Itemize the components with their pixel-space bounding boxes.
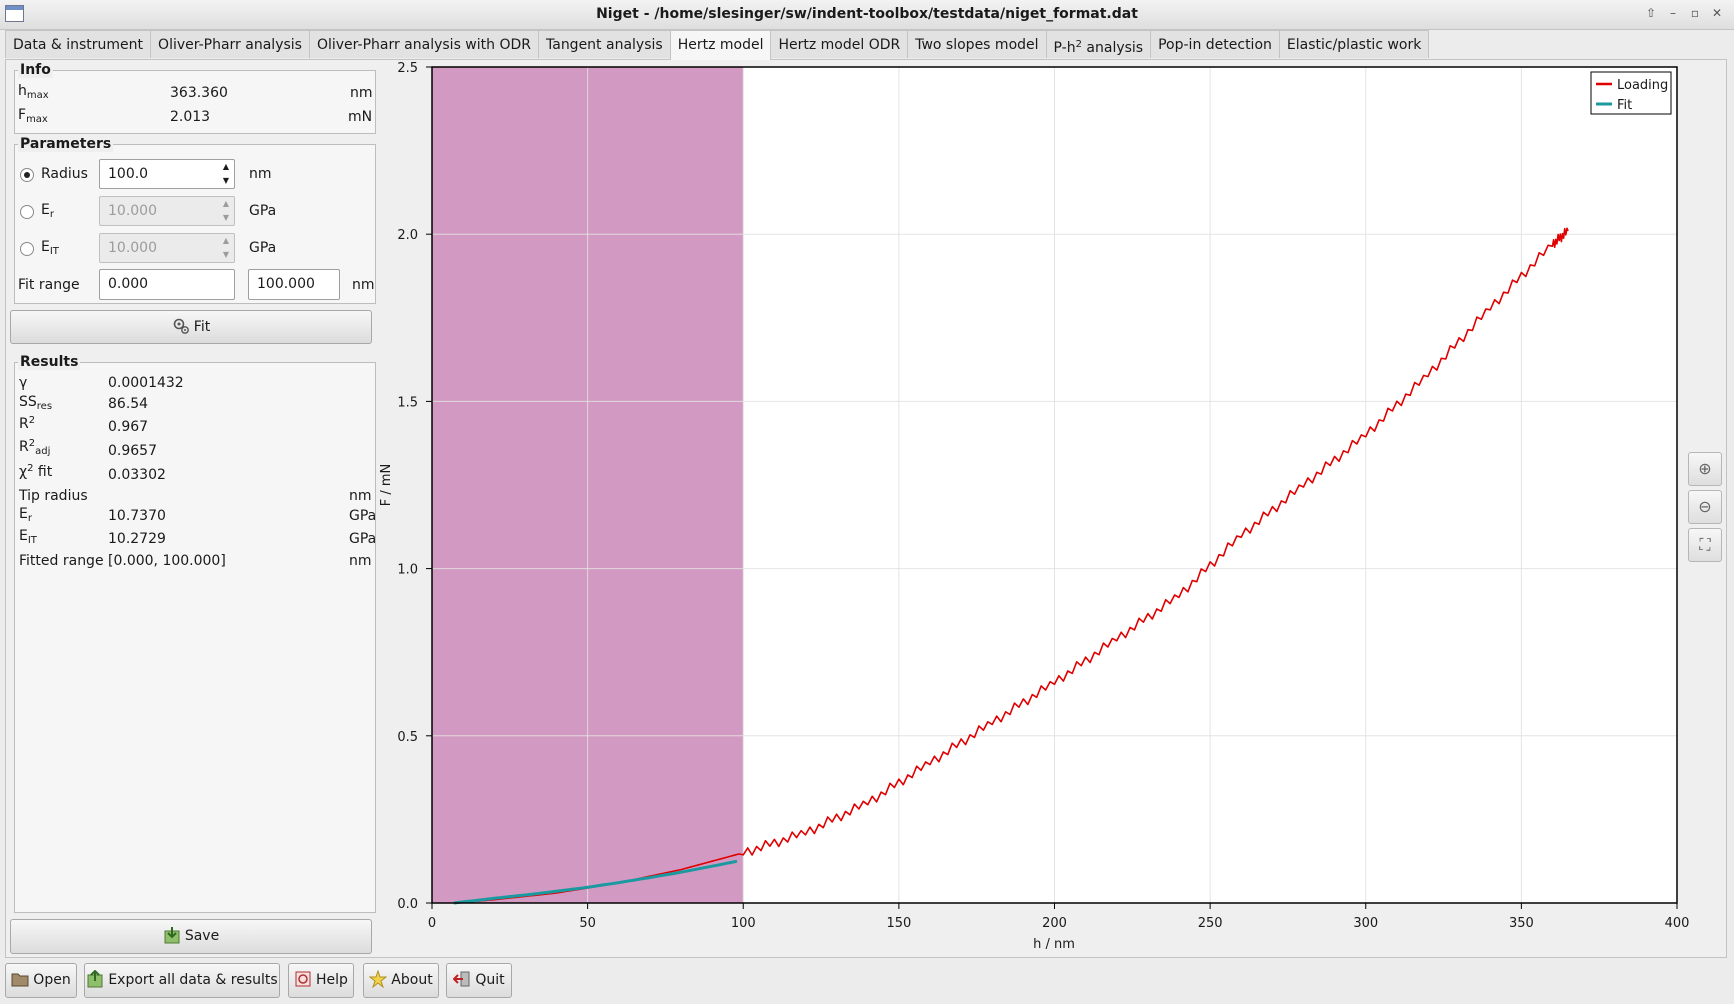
x-tick-label: 350 <box>1509 916 1534 931</box>
star-icon <box>368 968 388 989</box>
legend: Loading Fit <box>1590 71 1672 115</box>
x-tick-label: 100 <box>731 916 756 931</box>
quit-icon <box>452 968 471 987</box>
y-axis-label: F / mN <box>379 464 394 507</box>
x-tick-label: 150 <box>886 916 911 931</box>
tab-hertz-model[interactable]: Hertz model <box>669 30 772 60</box>
legend-label-fit: Fit <box>1617 98 1632 113</box>
quit-button[interactable]: Quit <box>446 963 512 998</box>
help-button[interactable]: Help <box>288 963 354 998</box>
y-tick-label: 2.0 <box>397 228 418 243</box>
quit-button-label: Quit <box>475 972 505 988</box>
folder-icon <box>11 968 29 987</box>
y-tick-label: 2.5 <box>397 61 418 76</box>
force-depth-chart[interactable]: 0 50 100 150 200 250 300 350 400 0.0 0.5 1.0 1.5 2.0 2… <box>0 0 1734 960</box>
x-tick-label: 250 <box>1198 916 1223 931</box>
export-all-button[interactable]: Export all data & results <box>84 963 280 998</box>
x-tick-label: 400 <box>1665 916 1690 931</box>
x-tick-label: 50 <box>579 916 596 931</box>
x-tick-label: 200 <box>1042 916 1067 931</box>
about-button-label: About <box>391 972 433 988</box>
bottom-button-bar: Open Export all data & results Help Abou… <box>0 960 1734 1004</box>
x-tick-label: 300 <box>1353 916 1378 931</box>
y-tick-label: 1.5 <box>397 395 418 410</box>
y-tick-label: 0.5 <box>397 730 418 745</box>
open-button[interactable]: Open <box>5 963 77 998</box>
help-icon <box>294 968 312 987</box>
x-tick-label: 0 <box>428 916 436 931</box>
help-button-label: Help <box>316 972 348 988</box>
legend-label-loading: Loading <box>1617 78 1668 93</box>
open-button-label: Open <box>33 972 71 988</box>
export-all-button-label: Export all data & results <box>108 972 278 988</box>
y-tick-label: 0.0 <box>397 897 418 912</box>
about-button[interactable]: About <box>363 963 439 998</box>
export-icon <box>86 968 104 988</box>
y-tick-label: 1.0 <box>397 563 418 578</box>
x-axis-label: h / nm <box>1033 937 1075 952</box>
